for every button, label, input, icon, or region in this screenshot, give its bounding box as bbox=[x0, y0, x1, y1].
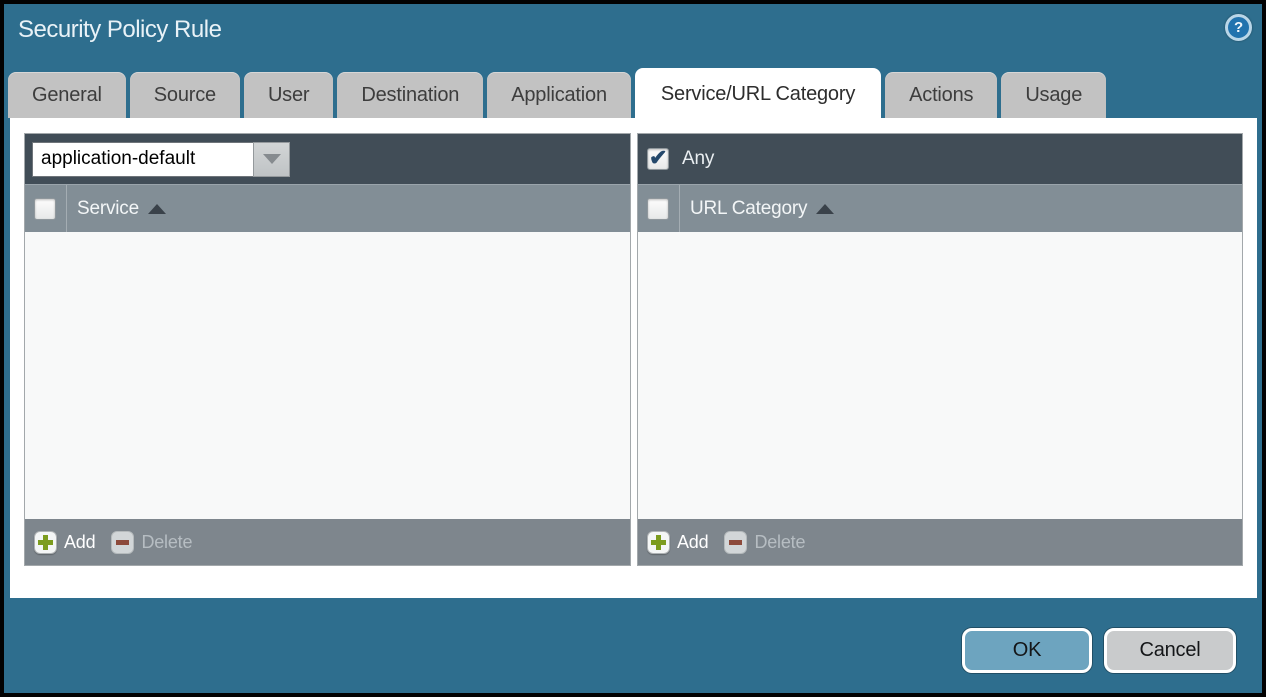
service-type-bar bbox=[25, 134, 630, 184]
tab-source[interactable]: Source bbox=[130, 72, 240, 118]
service-select-all-checkbox[interactable] bbox=[34, 198, 56, 220]
tab-user[interactable]: User bbox=[244, 72, 333, 118]
add-icon[interactable] bbox=[647, 531, 670, 554]
add-icon[interactable] bbox=[34, 531, 57, 554]
service-type-input[interactable] bbox=[32, 142, 253, 177]
tab-usage[interactable]: Usage bbox=[1001, 72, 1106, 118]
url-category-add-button[interactable]: Add bbox=[677, 532, 708, 553]
tab-actions[interactable]: Actions bbox=[885, 72, 997, 118]
delete-icon[interactable] bbox=[724, 531, 747, 554]
service-type-dropdown bbox=[32, 142, 290, 177]
service-type-dropdown-button[interactable] bbox=[253, 142, 290, 177]
url-category-delete-button[interactable]: Delete bbox=[754, 532, 805, 553]
delete-icon[interactable] bbox=[111, 531, 134, 554]
column-separator bbox=[679, 185, 680, 232]
tab-strip: General Source User Destination Applicat… bbox=[8, 64, 1106, 126]
tab-general[interactable]: General bbox=[8, 72, 126, 118]
sort-ascending-icon bbox=[816, 204, 834, 214]
service-delete-button[interactable]: Delete bbox=[141, 532, 192, 553]
url-category-column-label[interactable]: URL Category bbox=[690, 198, 807, 220]
url-category-panel: ✔ Any URL Category Add Delete bbox=[637, 133, 1243, 566]
service-column-header: Service bbox=[25, 184, 630, 232]
help-icon[interactable]: ? bbox=[1225, 14, 1252, 41]
tab-application[interactable]: Application bbox=[487, 72, 631, 118]
service-panel-footer: Add Delete bbox=[25, 519, 630, 565]
url-category-any-bar: ✔ Any bbox=[638, 134, 1242, 184]
service-panel: Service Add Delete bbox=[24, 133, 631, 566]
checkmark-icon: ✔ bbox=[649, 145, 667, 171]
column-separator bbox=[66, 185, 67, 232]
service-list-empty[interactable] bbox=[25, 232, 630, 519]
dialog-title: Security Policy Rule bbox=[18, 16, 221, 44]
tab-destination[interactable]: Destination bbox=[337, 72, 483, 118]
ok-button[interactable]: OK bbox=[962, 628, 1092, 673]
url-category-list-empty[interactable] bbox=[638, 232, 1242, 519]
url-category-any-checkbox[interactable]: ✔ bbox=[647, 148, 669, 170]
chevron-down-icon bbox=[263, 154, 281, 164]
url-category-any-label: Any bbox=[682, 148, 714, 170]
url-category-panel-footer: Add Delete bbox=[638, 519, 1242, 565]
service-add-button[interactable]: Add bbox=[64, 532, 95, 553]
url-category-select-all-checkbox[interactable] bbox=[647, 198, 669, 220]
security-policy-rule-dialog: Security Policy Rule ? General Source Us… bbox=[0, 0, 1266, 697]
url-category-column-header: URL Category bbox=[638, 184, 1242, 232]
cancel-button[interactable]: Cancel bbox=[1104, 628, 1236, 673]
tab-service-url-category[interactable]: Service/URL Category bbox=[635, 68, 881, 126]
sort-ascending-icon bbox=[148, 204, 166, 214]
service-column-label[interactable]: Service bbox=[77, 198, 139, 220]
tab-content-area: Service Add Delete ✔ Any URL C bbox=[10, 118, 1257, 598]
